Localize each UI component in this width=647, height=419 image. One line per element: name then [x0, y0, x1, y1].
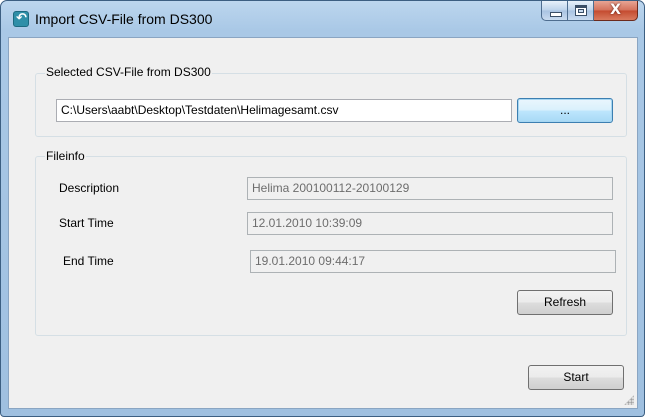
app-logo-icon: ↶ — [13, 11, 29, 27]
dialog-client-area: Selected CSV-File from DS300 C:\Users\aa… — [8, 37, 638, 409]
end-time-field: 19.01.2010 09:44:17 — [250, 250, 616, 273]
caption-buttons: X — [541, 1, 638, 22]
maximize-icon — [575, 5, 587, 16]
window-title: Import CSV-File from DS300 — [35, 11, 213, 27]
dialog-window: ↶ Import CSV-File from DS300 X Selected … — [0, 0, 645, 417]
start-button[interactable]: Start — [528, 365, 624, 390]
start-time-label: Start Time — [59, 216, 114, 230]
close-button[interactable]: X — [594, 1, 638, 21]
csv-path-input[interactable]: C:\Users\aabt\Desktop\Testdaten\Helimage… — [56, 99, 512, 122]
end-time-label: End Time — [63, 254, 114, 268]
browse-button[interactable]: ... — [517, 98, 613, 123]
refresh-button[interactable]: Refresh — [517, 290, 613, 315]
close-icon: X — [610, 2, 621, 18]
start-time-field: 12.01.2010 10:39:09 — [247, 212, 613, 235]
resize-grip[interactable] — [624, 395, 634, 405]
selected-file-group-label: Selected CSV-File from DS300 — [45, 65, 212, 79]
fileinfo-group-label: Fileinfo — [45, 149, 86, 163]
minimize-icon — [550, 12, 562, 17]
description-field: Helima 200100112-20100129 — [247, 177, 613, 200]
description-label: Description — [59, 181, 120, 195]
maximize-button[interactable] — [568, 1, 594, 21]
minimize-button[interactable] — [541, 1, 568, 21]
title-bar[interactable]: ↶ Import CSV-File from DS300 X — [1, 1, 644, 37]
